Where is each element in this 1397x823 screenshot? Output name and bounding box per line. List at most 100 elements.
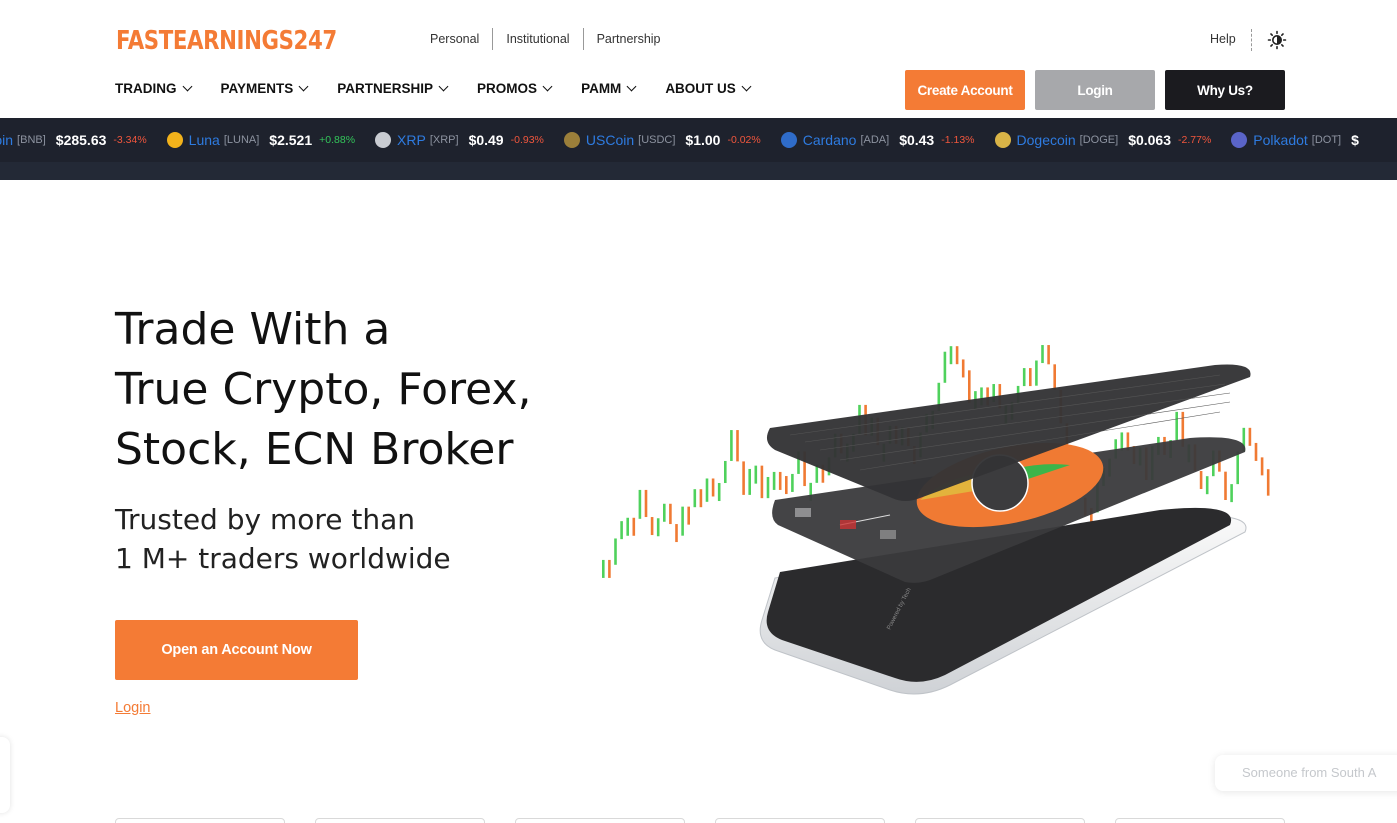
feature-card[interactable] [915,818,1085,823]
sun-icon[interactable] [1267,30,1287,50]
ticker-symbol: [BNB] [17,134,46,146]
ticker-price: $0.063 [1128,132,1172,148]
ticker-name: XRP [397,132,426,148]
candle [1047,345,1050,365]
cardano-icon [780,132,797,148]
feature-card[interactable] [715,818,885,823]
polkadot-icon [1231,132,1248,148]
candle [1260,457,1264,476]
ticker-name: Dogecoin [1016,132,1076,148]
candle [693,489,697,508]
nav-trading[interactable]: TRADING [115,81,192,96]
candle [669,503,672,525]
nav-about-us[interactable]: ABOUT US [665,81,752,96]
candle [724,460,727,484]
feature-card[interactable] [315,818,485,823]
candle [699,489,703,508]
candle [681,506,684,536]
nav-pamm[interactable]: PAMM [581,81,637,96]
candle [766,476,770,499]
candle [736,430,739,462]
login-button[interactable]: Login [1035,70,1155,110]
activity-toast: Someone from South A [1215,755,1397,791]
candle [632,517,636,536]
chevron-down-icon [438,81,449,92]
hero-title: Trade With a True Crypto, Forex, Stock, … [115,300,635,480]
ticker-symbol: [XRP] [429,134,459,146]
ticker-price: $285.63 [55,132,107,148]
feature-card[interactable] [1115,818,1285,823]
segment-partnership[interactable]: Partnership [582,28,674,50]
xrp-icon [375,132,392,148]
ticker-change: -2.77% [1178,134,1212,146]
why-us-button[interactable]: Why Us? [1165,70,1285,110]
candle [778,471,782,490]
ticker-price: $2.521 [269,132,313,148]
ticker-item[interactable]: Cardano [ADA] $0.43 -1.13% [780,132,975,148]
nav-partnership-label: PARTNERSHIP [337,81,434,96]
ticker-name: USCoin [585,132,635,148]
candle [1199,471,1203,490]
hero-subtitle-line-1: Trusted by more than [115,503,416,536]
nav-partnership[interactable]: PARTNERSHIP [337,81,449,96]
help-link[interactable]: Help [1210,32,1236,46]
chevron-down-icon [182,81,192,92]
ticker-item[interactable]: ance Coin[BNB] $285.63 -3.34% [0,132,147,148]
ticker-name: ance Coin [0,132,14,148]
ticker-item[interactable]: Polkadot [DOT] $ [1231,132,1366,148]
hero-login-link[interactable]: Login [115,700,150,716]
ticker-strip [0,162,1397,180]
side-feedback-tab[interactable] [0,737,10,813]
ticker-change: -0.02% [727,134,761,146]
candle [717,483,721,502]
feature-card[interactable] [515,818,685,823]
nav-trading-label: TRADING [115,81,177,96]
candle [656,518,660,537]
candle [1230,484,1233,503]
segment-personal[interactable]: Personal [417,28,492,50]
segment-nav: Personal Institutional Partnership [417,28,674,50]
candle [1205,476,1209,495]
ticker-symbol: [DOT] [1311,134,1342,146]
candle [943,351,947,383]
candle [1236,451,1239,485]
create-account-button[interactable]: Create Account [905,70,1025,110]
page: FASTEARNINGS247 Personal Institutional P… [0,0,1397,823]
nav-promos-label: PROMOS [477,81,538,96]
candle [1120,432,1124,451]
nav-promos[interactable]: PROMOS [477,81,553,96]
ticker-change: +0.88% [319,134,356,146]
ticker-item[interactable]: Dogecoin [DOGE] $0.063 -2.77% [994,132,1212,148]
logo[interactable]: FASTEARNINGS247 [116,26,337,56]
candle [760,465,764,499]
feature-card[interactable] [115,818,285,823]
ticker-change: -3.34% [113,134,147,146]
candle [1224,471,1227,501]
ticker-item[interactable]: USCoin [USDC] $1.00 -0.02% [563,132,761,148]
candle [711,478,715,497]
main-nav: TRADING PAYMENTS PARTNERSHIP PROMOS PAMM… [115,81,780,96]
candle [961,359,965,378]
price-ticker: ance Coin[BNB] $285.63 -3.34% Luna[LUNA] $2.… [0,118,1397,180]
candle [742,461,745,495]
segment-institutional[interactable]: Institutional [492,28,582,50]
candle [644,489,648,518]
chevron-down-icon [626,81,637,92]
candle [1266,469,1270,496]
ticker-item[interactable]: Luna [LUNA] $2.521 +0.88% [166,132,356,148]
candle [608,559,611,578]
candle [748,468,751,495]
dogecoin-icon [994,132,1011,148]
ticker-item[interactable]: XRP [XRP] $0.49 -0.93% [375,132,544,148]
open-account-button[interactable]: Open an Account Now [115,620,358,680]
candle [620,521,623,540]
candle [602,559,605,578]
candle [1254,442,1258,461]
nav-payments[interactable]: PAYMENTS [221,81,309,96]
chevron-down-icon [298,81,309,92]
candle [949,346,953,365]
candle [754,465,758,484]
trading-app-illustration: Powered by Tech [602,345,1270,695]
ticker-name: Polkadot [1253,132,1308,148]
ticker-name: Luna [188,132,220,148]
